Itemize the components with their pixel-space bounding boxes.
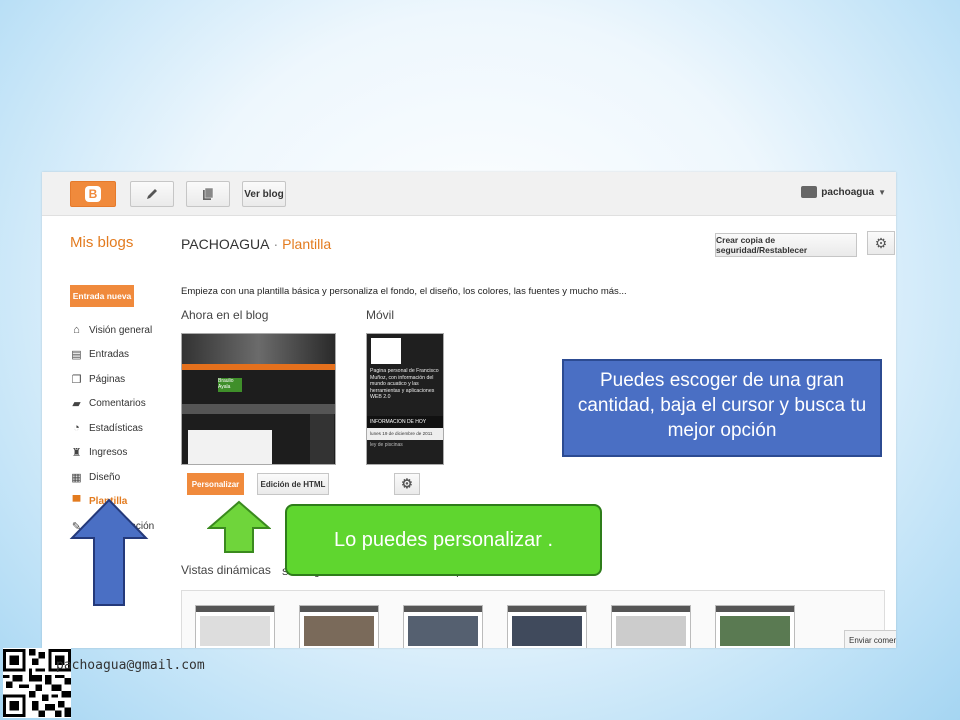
sidebar-item-overview[interactable]: ⌂ Visión general <box>70 318 180 343</box>
dynamic-view-thumb[interactable] <box>715 605 795 648</box>
pencil-icon <box>147 189 157 199</box>
sidebar-item-label: Visión general <box>89 324 153 336</box>
dynamic-views-label: Vistas dinámicas <box>181 563 271 577</box>
dynamic-views-gallery <box>181 590 885 648</box>
mobile-date: lunes 19 de diciembre de 2011 <box>367 428 443 440</box>
intro-text: Empieza con una plantilla básica y perso… <box>181 286 627 297</box>
preview-nav-bar <box>182 364 335 370</box>
comment-icon: ▰ <box>72 398 81 411</box>
user-menu[interactable]: pachoagua ▼ <box>801 186 886 198</box>
caret-down-icon: ▼ <box>878 187 886 197</box>
sidebar-item-comments[interactable]: ▰ Comentarios <box>70 392 180 417</box>
mobile-info-bar: INFORMACION DE HOY <box>367 416 443 428</box>
mobile-link: ley de piscinas <box>370 442 403 448</box>
contact-email: pachoagua@gmail.com <box>56 658 205 673</box>
sidebar-item-label: Estadísticas <box>89 422 143 434</box>
view-blog-button[interactable]: Ver blog <box>242 181 286 207</box>
preview-header <box>182 334 335 364</box>
blogger-logo-icon: B <box>85 186 101 202</box>
mobile-template-preview[interactable]: Pagina personal de Francisco Muñoz, con … <box>366 333 444 465</box>
my-blogs-link[interactable]: Mis blogs <box>70 234 133 251</box>
trophy-icon: ♜ <box>71 447 82 460</box>
edit-html-button[interactable]: Edición de HTML <box>257 473 329 495</box>
sidebar-item-layout[interactable]: ▦ Diseño <box>70 465 180 490</box>
blogger-home-button[interactable]: B <box>70 181 116 207</box>
posts-icon: ▤ <box>71 349 82 362</box>
view-blog-label: Ver blog <box>244 188 284 200</box>
new-post-sidebar-button[interactable]: Entrada nueva <box>70 285 134 307</box>
mobile-description: Pagina personal de Francisco Muñoz, con … <box>370 368 439 400</box>
posts-list-button[interactable] <box>186 181 230 207</box>
stats-icon: ◔ <box>73 422 80 435</box>
dynamic-view-thumb[interactable] <box>195 605 275 648</box>
customize-button[interactable]: Personalizar <box>187 473 244 495</box>
dynamic-view-thumb[interactable] <box>611 605 691 648</box>
blue-callout-text: Puedes escoger de una gran cantidad, baj… <box>577 369 867 441</box>
preview-band <box>182 404 335 414</box>
dynamic-view-thumb[interactable] <box>299 605 379 648</box>
green-callout: Lo puedes personalizar . <box>285 504 602 576</box>
sidebar-item-stats[interactable]: ◔ Estadísticas <box>70 416 180 441</box>
settings-button[interactable]: ⚙ <box>867 231 895 255</box>
green-callout-text: Lo puedes personalizar . <box>333 528 554 551</box>
sidebar-item-label: Entradas <box>89 349 130 361</box>
pages-icon: ❐ <box>71 373 82 386</box>
avatar <box>801 186 818 198</box>
user-name: pachoagua <box>821 186 875 198</box>
desktop-template-preview[interactable]: Braulio Ayala <box>181 333 336 465</box>
green-up-arrow <box>207 500 271 553</box>
new-post-button[interactable] <box>130 181 174 207</box>
documents-icon <box>203 187 214 200</box>
sidebar-item-label: Páginas <box>89 373 126 385</box>
preview-tag: Braulio Ayala <box>218 378 242 392</box>
top-toolbar: B Ver blog pachoagua ▼ <box>42 172 896 216</box>
send-comment-button[interactable]: Enviar comenta <box>844 630 896 648</box>
page-title: PACHOAGUA · Plantilla <box>181 236 331 252</box>
gear-icon: ⚙ <box>401 476 413 491</box>
sidebar-item-label: Diseño <box>89 471 121 483</box>
backup-restore-button[interactable]: Crear copia de seguridad/Restablecer <box>715 233 857 257</box>
blog-name: PACHOAGUA <box>181 236 270 252</box>
section-name: Plantilla <box>282 236 332 252</box>
sidebar-item-earnings[interactable]: ♜ Ingresos <box>70 441 180 466</box>
blue-up-arrow <box>69 498 149 606</box>
blue-callout: Puedes escoger de una gran cantidad, baj… <box>562 359 882 457</box>
layout-icon: ▦ <box>71 471 82 484</box>
sidebar-item-pages[interactable]: ❐ Páginas <box>70 367 180 392</box>
mobile-settings-button[interactable]: ⚙ <box>394 473 420 495</box>
current-blog-label: Ahora en el blog <box>181 308 269 322</box>
preview-post <box>188 430 272 464</box>
dynamic-view-thumb[interactable] <box>507 605 587 648</box>
preview-sidebar <box>310 414 334 464</box>
sidebar-item-label: Ingresos <box>89 447 128 459</box>
home-icon: ⌂ <box>73 324 80 337</box>
gear-icon: ⚙ <box>874 234 888 251</box>
dynamic-view-thumb[interactable] <box>403 605 483 648</box>
sidebar-item-label: Comentarios <box>89 398 146 410</box>
title-separator: · <box>273 236 279 252</box>
mobile-logo-image <box>371 338 401 364</box>
sidebar-item-posts[interactable]: ▤ Entradas <box>70 343 180 368</box>
mobile-label: Móvil <box>366 308 395 322</box>
